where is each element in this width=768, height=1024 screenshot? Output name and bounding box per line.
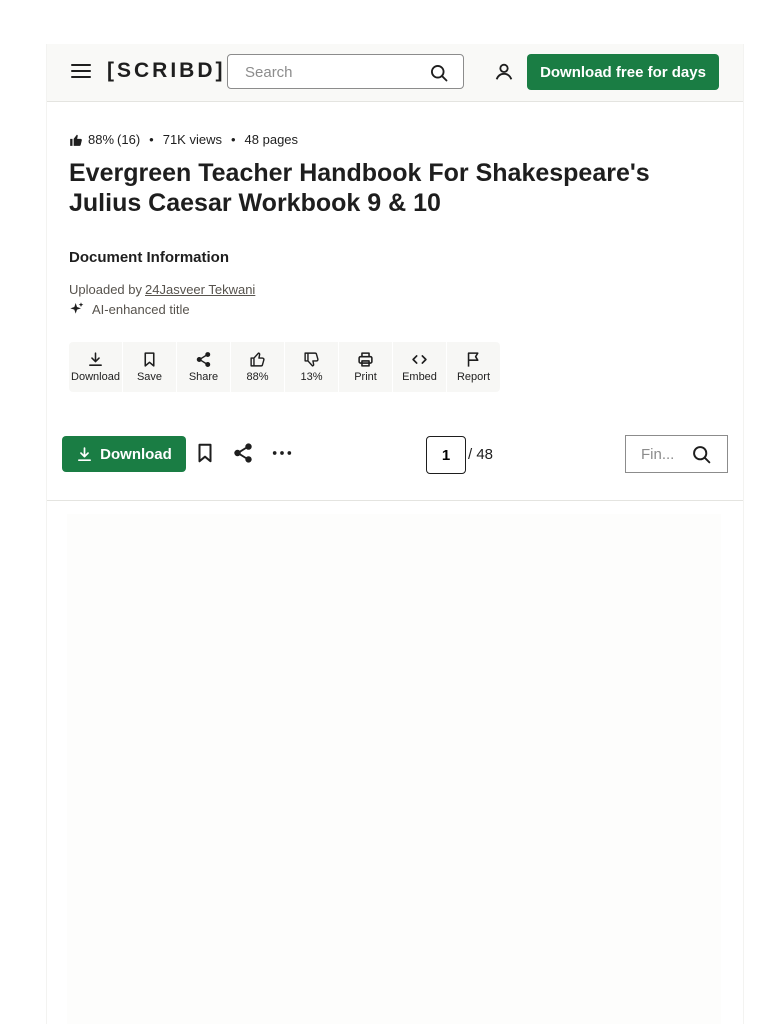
action-report[interactable]: Report [446,342,500,392]
action-label: Report [456,371,491,383]
ai-enhanced-text: AI-enhanced title [92,301,190,317]
search-input[interactable] [243,63,427,82]
uploader-link[interactable]: 24Jasveer Tekwani [145,282,255,297]
menu-icon[interactable] [71,64,91,80]
page-count: 48 pages [244,132,299,147]
page-frame: [SCRIBD] Download free for days 88% (16)… [46,44,744,1024]
search-icon[interactable] [691,444,712,465]
action-label: 13% [300,371,323,383]
separator-dot: • [230,132,236,147]
more-options-icon[interactable] [271,442,293,464]
views-count: 71K views [162,132,222,147]
user-icon[interactable] [493,61,515,83]
thumbs-down-icon [304,352,319,367]
top-header: [SCRIBD] Download free for days [47,44,743,102]
find-box[interactable] [625,435,728,473]
page-total: / 48 [468,446,494,463]
separator-dot: • [149,132,154,147]
rating-count: (16) [117,132,141,147]
print-icon [358,352,373,367]
thumbs-up-icon [70,134,82,146]
action-like[interactable]: 88% [230,342,284,392]
download-button[interactable]: Download [62,436,186,472]
download-free-button[interactable]: Download free for days [527,54,719,90]
scribd-logo[interactable]: [SCRIBD] [107,59,226,83]
find-input[interactable] [639,445,685,464]
bookmark-icon[interactable] [194,442,216,464]
download-icon [89,352,102,366]
embed-icon [412,355,427,364]
action-label: Print [354,371,377,383]
action-label: 88% [246,371,269,383]
sparkle-icon [70,302,84,314]
rating-percent: 88% [88,132,115,147]
document-title: Evergreen Teacher Handbook For Shakespea… [69,159,650,217]
action-bar: Download Save Share 88% 13% Print Embed [69,342,500,392]
search-box[interactable] [227,54,464,89]
bookmark-icon [144,352,155,367]
ai-enhanced-label: AI-enhanced title [69,301,190,317]
action-embed[interactable]: Embed [392,342,446,392]
action-dislike[interactable]: 13% [284,342,338,392]
share-icon[interactable] [232,442,254,464]
action-save[interactable]: Save [122,342,176,392]
document-meta: 88% (16) • 71K views • 48 pages [69,132,298,147]
action-label: Download [71,371,120,383]
uploaded-by-label: Uploaded by [69,282,142,297]
download-icon [78,446,92,461]
uploaded-by: Uploaded by 24Jasveer Tekwani [69,282,255,297]
flag-icon [467,352,479,367]
download-button-label: Download [100,445,172,463]
thumbs-up-icon [250,352,265,367]
document-info-heading: Document Information [69,249,229,266]
document-toolbar: Download / 48 [47,434,743,501]
share-icon [196,352,211,367]
action-print[interactable]: Print [338,342,392,392]
action-label: Save [136,371,163,383]
action-share[interactable]: Share [176,342,230,392]
search-icon[interactable] [429,63,449,83]
action-label: Embed [402,371,437,383]
page-number-input[interactable] [426,436,466,474]
document-viewer[interactable] [67,514,721,1024]
action-label: Share [188,371,219,383]
action-download[interactable]: Download [69,342,122,392]
